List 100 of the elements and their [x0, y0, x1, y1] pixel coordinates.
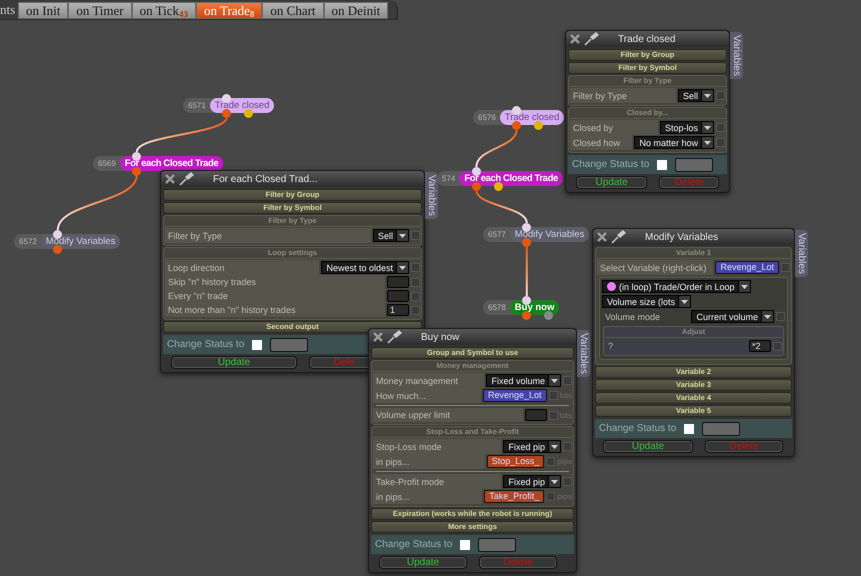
field-label: Every "n" trade	[165, 289, 385, 303]
node-id: 6576	[477, 112, 497, 124]
event-tab[interactable]: on Deinit	[324, 2, 388, 19]
dropdown[interactable]: Current volume	[691, 310, 774, 323]
checkbox[interactable]	[411, 306, 420, 314]
pin-icon	[584, 32, 600, 46]
checkbox[interactable]	[716, 91, 725, 100]
port-dot[interactable]	[132, 152, 142, 160]
color-swatch[interactable]	[270, 338, 308, 352]
node-label: Trade closed	[210, 98, 274, 113]
variable-chip[interactable]: Take_Profit_	[484, 490, 544, 503]
update-button[interactable]: Update	[171, 356, 297, 369]
variables-tab[interactable]: Variables	[795, 230, 808, 277]
checkbox[interactable]	[684, 424, 694, 434]
flow-node[interactable]: 6578 Buy now	[483, 300, 560, 315]
caret-icon	[704, 126, 711, 130]
node-label: Buy now	[510, 300, 560, 315]
checkbox[interactable]	[548, 391, 558, 400]
dropdown[interactable]: Fixed pip	[503, 440, 561, 453]
input-field[interactable]	[387, 290, 409, 302]
dropdown[interactable]: Stop-los	[660, 121, 714, 134]
node-id: 6578	[487, 302, 507, 314]
input-field[interactable]	[387, 276, 409, 288]
checkbox[interactable]	[548, 410, 558, 420]
flow-node[interactable]: 574 For each Closed Trade	[437, 171, 563, 186]
checkbox[interactable]	[546, 457, 556, 466]
event-tab[interactable]: on Timer	[68, 2, 132, 19]
checkbox[interactable]	[657, 160, 668, 170]
flow-node[interactable]: 6569 For each Closed Trade	[93, 156, 224, 171]
variables-tab[interactable]: Variables	[425, 172, 438, 219]
dropdown[interactable]: Fixed volume	[486, 374, 561, 387]
dropdown[interactable]: Sell	[372, 229, 409, 242]
checkbox[interactable]	[411, 263, 420, 272]
field-label: Closed by	[570, 120, 658, 135]
status-label: Change Status to	[167, 339, 244, 350]
dropdown[interactable]: Sell	[678, 89, 714, 102]
update-button[interactable]: Update	[379, 556, 467, 569]
input-field[interactable]: 1	[387, 304, 409, 316]
checkbox[interactable]	[716, 123, 725, 132]
update-button[interactable]: Update	[603, 440, 693, 453]
flow-node[interactable]: 6572 Modify Variables	[14, 234, 120, 249]
field-label: in pips...	[373, 454, 485, 469]
variables-tab[interactable]: Variables	[577, 330, 590, 377]
node-label: Modify Variables	[510, 227, 590, 242]
variables-tab[interactable]: Variables	[730, 32, 743, 79]
checkbox[interactable]	[252, 340, 262, 350]
checkbox[interactable]	[563, 477, 572, 486]
checkbox[interactable]	[411, 292, 420, 300]
node-id: 6571	[187, 100, 207, 112]
port-dot[interactable]	[53, 230, 62, 238]
dropdown[interactable]: Volume size (lots	[602, 295, 692, 308]
checkbox[interactable]	[563, 376, 572, 385]
event-tab[interactable]: on Init	[18, 2, 68, 19]
field-label: ?	[607, 340, 614, 353]
event-tab[interactable]: on Chart	[262, 2, 324, 19]
variable-chip[interactable]: Stop_Loss_	[486, 455, 544, 468]
color-swatch[interactable]	[675, 158, 714, 172]
field-label: Select Variable (right-click)	[597, 260, 714, 275]
checkbox[interactable]	[411, 231, 420, 240]
port-dot[interactable]	[222, 94, 232, 102]
dropdown[interactable]: Fixed pip	[503, 475, 561, 488]
port-dot[interactable]	[512, 106, 522, 114]
caret-icon	[551, 444, 558, 448]
close-icon	[165, 174, 175, 184]
input-field[interactable]: *2	[749, 340, 771, 352]
field-label: Not more than "n" history trades	[165, 303, 385, 317]
port-dot[interactable]	[472, 166, 481, 176]
variable-chip[interactable]: Revenge_Lot	[483, 389, 547, 402]
checkbox[interactable]	[460, 540, 470, 550]
field-label: Skip "n" history trades	[165, 275, 385, 289]
dropdown[interactable]: Newest to oldest	[321, 261, 409, 274]
panel-title: Modify Variables	[645, 232, 718, 242]
checkbox[interactable]	[781, 263, 790, 272]
caret-icon	[704, 94, 711, 98]
dropdown[interactable]: No matter how	[634, 136, 714, 149]
node-label: For each Closed Trade	[459, 171, 563, 186]
tab-label: nts	[0, 2, 16, 18]
checkbox[interactable]	[563, 442, 572, 451]
flow-node[interactable]: 6576 Trade closed	[473, 110, 564, 125]
checkbox[interactable]	[411, 278, 420, 286]
checkbox[interactable]	[776, 312, 785, 321]
close-icon	[597, 232, 607, 242]
flow-node[interactable]: 6571 Trade closed	[183, 98, 274, 113]
dropdown[interactable]: (in loop) Trade/Order in Loop	[602, 280, 751, 293]
checkbox[interactable]	[546, 492, 556, 501]
port-dot[interactable]	[522, 222, 532, 232]
variable-chip[interactable]: Revenge_Lot	[715, 261, 779, 274]
port-dot[interactable]	[522, 296, 532, 304]
field-label: Closed how	[570, 135, 632, 150]
color-swatch[interactable]	[702, 422, 740, 436]
update-button[interactable]: Update	[576, 176, 648, 189]
input-field[interactable]	[524, 409, 547, 421]
flow-node[interactable]: 6577 Modify Variables	[483, 227, 590, 242]
status-label: Change Status to	[599, 423, 676, 434]
field-label: Money management	[373, 373, 484, 388]
checkbox[interactable]	[773, 342, 782, 350]
caret-icon	[681, 300, 688, 304]
count-label: 43	[179, 9, 188, 19]
color-swatch[interactable]	[478, 538, 516, 552]
checkbox[interactable]	[716, 138, 725, 147]
